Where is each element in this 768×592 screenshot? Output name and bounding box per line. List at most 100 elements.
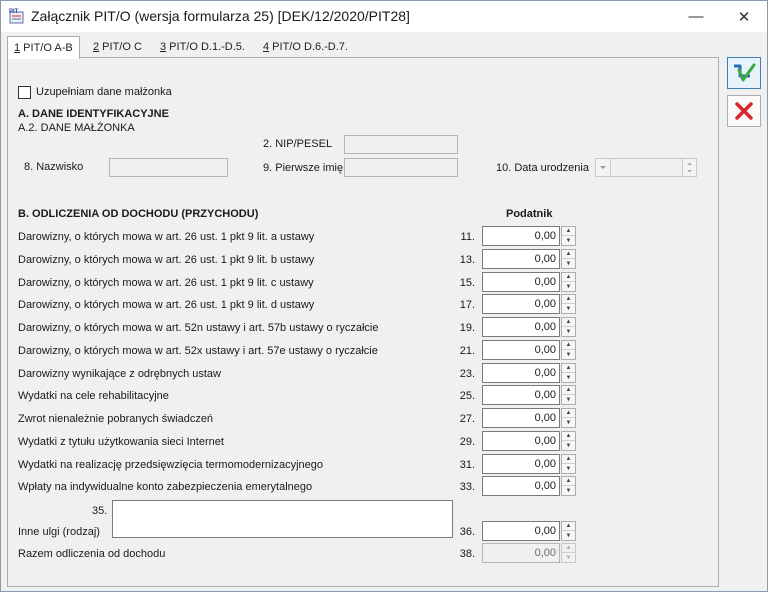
- spin-up-icon[interactable]: ▲: [562, 409, 575, 418]
- deduction-amount-input[interactable]: 0,00: [482, 340, 560, 360]
- close-icon: ✕: [737, 8, 751, 26]
- spin-down-icon[interactable]: ▼: [562, 395, 575, 404]
- save-button[interactable]: [727, 57, 761, 89]
- deduction-number: 11.: [460, 231, 475, 243]
- spin-up-icon[interactable]: ▲: [562, 318, 575, 327]
- deduction-number: 33.: [459, 481, 475, 493]
- deduction-spinner[interactable]: ▲ ▼: [561, 317, 576, 337]
- deduction-label: Zwrot nienależnie pobranych świadczeń: [18, 413, 214, 425]
- deduction-label: Darowizny, o których mowa w art. 52n ust…: [18, 322, 379, 334]
- spin-down-icon[interactable]: ▼: [562, 327, 575, 336]
- cancel-button[interactable]: [727, 95, 761, 127]
- deduction-spinner[interactable]: ▲ ▼: [561, 476, 576, 496]
- spouse-checkbox[interactable]: [18, 86, 31, 99]
- deduction-label: Darowizny, o których mowa w art. 26 ust.…: [18, 277, 314, 289]
- birth-date-spinner[interactable]: [682, 158, 697, 177]
- spin-down-icon[interactable]: ▼: [562, 418, 575, 427]
- section-b-title: B. ODLICZENIA OD DOCHODU (PRZYCHODU): [18, 208, 259, 220]
- spin-down-icon[interactable]: ▼: [562, 373, 575, 382]
- tab-pit-o-d1-d5[interactable]: 3 PIT/O D.1.-D.5.: [154, 38, 251, 58]
- spin-up-icon: ▲: [562, 544, 575, 553]
- spin-up-icon[interactable]: ▲: [562, 477, 575, 486]
- deduction-label: Darowizny wynikające z odrębnych ustaw: [18, 368, 221, 380]
- title-bar: PIT Załącznik PIT/O (wersja formularza 2…: [1, 1, 767, 32]
- other-reliefs-amount-input[interactable]: 0,00: [482, 521, 560, 541]
- spin-arrows-icon: [687, 162, 692, 173]
- deduction-amount-input[interactable]: 0,00: [482, 272, 560, 292]
- spin-down-icon[interactable]: ▼: [562, 259, 575, 268]
- deduction-spinner[interactable]: ▲ ▼: [561, 294, 576, 314]
- deduction-label: Wpłaty na indywidualne konto zabezpiecze…: [18, 481, 313, 493]
- deduction-amount-input[interactable]: 0,00: [482, 476, 560, 496]
- section-a-title: A. DANE IDENTYFIKACYJNE: [18, 108, 169, 120]
- deduction-spinner[interactable]: ▲ ▼: [561, 272, 576, 292]
- window-title: Załącznik PIT/O (wersja formularza 25) […: [31, 8, 410, 24]
- birth-date-field[interactable]: [611, 158, 682, 177]
- spin-up-icon[interactable]: ▲: [562, 364, 575, 373]
- spin-down-icon[interactable]: ▼: [562, 304, 575, 313]
- spin-down-icon[interactable]: ▼: [562, 282, 575, 291]
- deduction-amount-input[interactable]: 0,00: [482, 294, 560, 314]
- deduction-amount-input[interactable]: 0,00: [482, 317, 560, 337]
- deduction-spinner[interactable]: ▲ ▼: [561, 340, 576, 360]
- spin-down-icon[interactable]: ▼: [562, 486, 575, 495]
- tab-pit-o-c[interactable]: 2 PIT/O C: [87, 38, 148, 58]
- deduction-amount-input[interactable]: 0,00: [482, 431, 560, 451]
- deduction-number: 15.: [459, 277, 475, 289]
- deduction-number: 21.: [459, 345, 475, 357]
- spin-down-icon[interactable]: ▼: [562, 464, 575, 473]
- nazwisko-label: 8. Nazwisko: [24, 161, 84, 173]
- minimize-icon: —: [688, 8, 704, 25]
- minimize-button[interactable]: —: [673, 1, 719, 32]
- cancel-x-icon: [735, 102, 753, 120]
- deduction-spinner[interactable]: ▲ ▼: [561, 454, 576, 474]
- pit-app-icon: PIT: [8, 7, 26, 25]
- tab-pit-o-a-b[interactable]: 1 PIT/O A-B: [7, 36, 80, 59]
- deduction-amount-input[interactable]: 0,00: [482, 226, 560, 246]
- spin-down-icon: ▼: [565, 554, 572, 561]
- other-reliefs-type-input[interactable]: [112, 500, 453, 538]
- tab-pit-o-d6-d7[interactable]: 4 PIT/O D.6.-D.7.: [257, 38, 354, 58]
- deduction-amount-input[interactable]: 0,00: [482, 363, 560, 383]
- deduction-number: 29.: [459, 436, 475, 448]
- spin-down-icon[interactable]: ▼: [562, 531, 575, 540]
- chevron-down-icon: [600, 166, 606, 169]
- birth-date-label: 10. Data urodzenia: [496, 162, 589, 174]
- deduction-label: Wydatki na cele rehabilitacyjne: [18, 390, 169, 402]
- spin-up-icon[interactable]: ▲: [562, 250, 575, 259]
- deduction-spinner[interactable]: ▲ ▼: [561, 431, 576, 451]
- deduction-amount-input[interactable]: 0,00: [482, 454, 560, 474]
- spin-up-icon[interactable]: ▲: [562, 341, 575, 350]
- deduction-spinner[interactable]: ▲ ▼: [561, 385, 576, 405]
- spin-up-icon[interactable]: ▲: [562, 295, 575, 304]
- spin-up-icon[interactable]: ▲: [562, 522, 575, 531]
- spin-up-icon[interactable]: ▲: [562, 227, 575, 236]
- deduction-spinner[interactable]: ▲ ▼: [561, 226, 576, 246]
- birth-date-dropdown[interactable]: [595, 158, 611, 177]
- nip-field[interactable]: [344, 135, 458, 154]
- spin-up-icon[interactable]: ▲: [562, 455, 575, 464]
- deduction-number: 13.: [459, 254, 475, 266]
- deduction-spinner[interactable]: ▲ ▼: [561, 408, 576, 428]
- spin-up-icon[interactable]: ▲: [562, 386, 575, 395]
- deduction-amount-input[interactable]: 0,00: [482, 408, 560, 428]
- deduction-label: Darowizny, o których mowa w art. 26 ust.…: [18, 231, 315, 243]
- spin-down-icon[interactable]: ▼: [562, 441, 575, 450]
- dialog-window: PIT Załącznik PIT/O (wersja formularza 2…: [0, 0, 768, 592]
- other-reliefs-spinner[interactable]: ▲ ▼: [561, 521, 576, 541]
- deduction-spinner[interactable]: ▲ ▼: [561, 249, 576, 269]
- imie-field[interactable]: [344, 158, 458, 177]
- deduction-spinner[interactable]: ▲ ▼: [561, 363, 576, 383]
- spin-up-icon[interactable]: ▲: [562, 273, 575, 282]
- close-button[interactable]: ✕: [721, 1, 767, 32]
- spin-down-icon[interactable]: ▼: [562, 350, 575, 359]
- other-reliefs-num: 36.: [459, 526, 475, 538]
- deduction-amount-input[interactable]: 0,00: [482, 249, 560, 269]
- deduction-amount-input[interactable]: 0,00: [482, 385, 560, 405]
- spin-down-icon[interactable]: ▼: [562, 236, 575, 245]
- spin-up-icon[interactable]: ▲: [562, 432, 575, 441]
- deduction-label: Wydatki z tytułu użytkowania sieci Inter…: [18, 436, 224, 448]
- deduction-number: 17.: [459, 299, 475, 311]
- save-confirm-icon: [734, 63, 756, 82]
- nazwisko-field[interactable]: [109, 158, 228, 177]
